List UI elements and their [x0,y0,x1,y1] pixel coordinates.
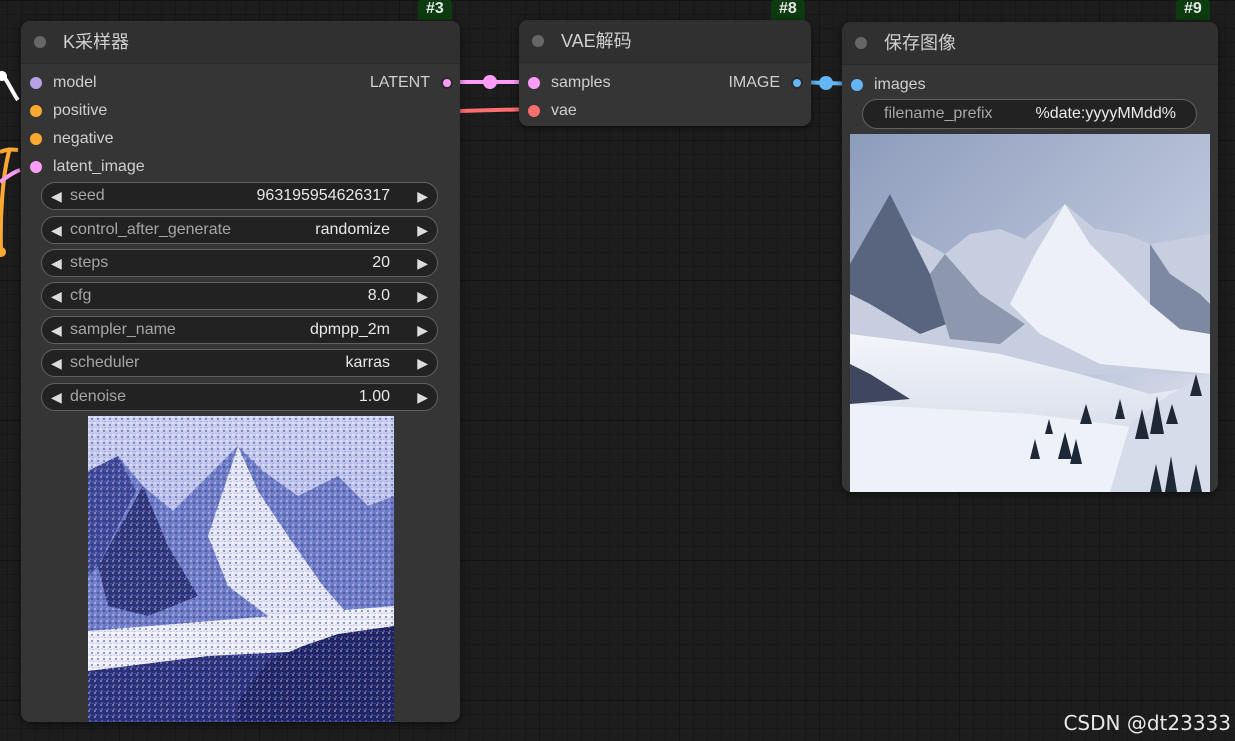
slot-label: LATENT [369,74,430,91]
reroute-dot[interactable] [0,247,6,257]
slot-label: positive [53,102,108,119]
output-preview-image [850,134,1210,492]
wire-image-midpoint[interactable] [819,76,833,90]
decrement-arrow-icon[interactable]: ◀ [51,183,62,209]
increment-arrow-icon[interactable]: ▶ [417,217,428,243]
sampler-name-widget[interactable]: ◀ sampler_name dpmpp_2m ▶ [41,316,438,344]
slot-dot-icon[interactable] [791,77,803,89]
node-title: K采样器 [63,32,130,52]
slot-label: IMAGE [728,74,780,91]
increment-arrow-icon[interactable]: ▶ [417,283,428,309]
denoise-widget[interactable]: ◀ denoise 1.00 ▶ [41,383,438,411]
widget-value[interactable]: 20 [372,250,390,276]
slot-dot-icon[interactable] [30,161,42,173]
save-image-node[interactable]: 保存图像 images filename_prefix %date:yyyyMM… [842,22,1218,492]
slot-label: images [874,76,926,93]
increment-arrow-icon[interactable]: ▶ [417,250,428,276]
increment-arrow-icon[interactable]: ▶ [417,183,428,209]
save-image-title-bar[interactable]: 保存图像 [842,22,1218,65]
slot-dot-icon[interactable] [528,77,540,89]
output-slot-image[interactable]: IMAGE [683,73,803,93]
vae-decode-node[interactable]: VAE解码 samples vae IMAGE [519,20,811,126]
widget-value[interactable]: 1.00 [359,384,390,410]
wire-conditioning-down [0,147,12,253]
slot-dot-icon[interactable] [528,105,540,117]
steps-widget[interactable]: ◀ steps 20 ▶ [41,249,438,277]
control-after-generate-widget[interactable]: ◀ control_after_generate randomize ▶ [41,216,438,244]
slot-dot-icon[interactable] [851,79,863,91]
slot-label: model [53,74,97,91]
widget-label: seed [70,187,105,204]
ksampler-title-bar[interactable]: K采样器 [21,21,460,64]
graph-canvas[interactable]: #3 K采样器 model positive negative latent_i… [0,0,1235,741]
widget-label: cfg [70,287,92,304]
slot-dot-icon[interactable] [30,133,42,145]
cfg-widget[interactable]: ◀ cfg 8.0 ▶ [41,282,438,310]
decrement-arrow-icon[interactable]: ◀ [51,250,62,276]
output-slot-latent[interactable]: LATENT [333,73,453,93]
slot-label: negative [53,130,114,147]
increment-arrow-icon[interactable]: ▶ [417,384,428,410]
widget-label: steps [70,254,109,271]
slot-label: samples [551,74,611,91]
widget-label: control_after_generate [70,221,231,238]
slot-label: vae [551,102,577,119]
slot-dot-icon[interactable] [30,77,42,89]
node-title: 保存图像 [884,33,956,53]
filename-prefix-widget[interactable]: filename_prefix %date:yyyyMMdd% [862,99,1197,129]
slot-dot-icon[interactable] [30,105,42,117]
collapse-dot-icon[interactable] [34,36,46,48]
node-id-badge-save-image: #9 [1176,0,1210,20]
widget-value[interactable]: randomize [315,217,390,243]
latent-preview-image [88,416,394,722]
widget-value[interactable]: 8.0 [368,283,390,309]
wire-latent-midpoint[interactable] [483,75,497,89]
collapse-dot-icon[interactable] [532,35,544,47]
watermark-text: CSDN @dt23333 [1063,711,1231,735]
widget-label: denoise [70,388,127,405]
increment-arrow-icon[interactable]: ▶ [417,350,428,376]
widget-value[interactable]: karras [346,350,390,376]
decrement-arrow-icon[interactable]: ◀ [51,217,62,243]
widget-value[interactable]: %date:yyyyMMdd% [1036,100,1177,128]
vae-decode-title-bar[interactable]: VAE解码 [519,20,811,63]
seed-widget[interactable]: ◀ seed 963195954626317 ▶ [41,182,438,210]
widget-label: scheduler [70,354,140,371]
slot-label: latent_image [53,158,145,175]
widget-label: sampler_name [70,321,176,338]
widget-label: filename_prefix [884,105,993,122]
slot-dot-icon[interactable] [441,77,453,89]
ksampler-node[interactable]: K采样器 model positive negative latent_imag… [21,21,460,722]
node-title: VAE解码 [561,31,632,51]
widget-value[interactable]: dpmpp_2m [310,317,390,343]
node-id-badge-vae-decode: #8 [771,0,805,20]
collapse-dot-icon[interactable] [855,37,867,49]
scheduler-widget[interactable]: ◀ scheduler karras ▶ [41,349,438,377]
decrement-arrow-icon[interactable]: ◀ [51,384,62,410]
widget-value[interactable]: 963195954626317 [257,183,390,209]
decrement-arrow-icon[interactable]: ◀ [51,350,62,376]
decrement-arrow-icon[interactable]: ◀ [51,317,62,343]
decrement-arrow-icon[interactable]: ◀ [51,283,62,309]
node-id-badge-ksampler: #3 [418,0,452,20]
increment-arrow-icon[interactable]: ▶ [417,317,428,343]
